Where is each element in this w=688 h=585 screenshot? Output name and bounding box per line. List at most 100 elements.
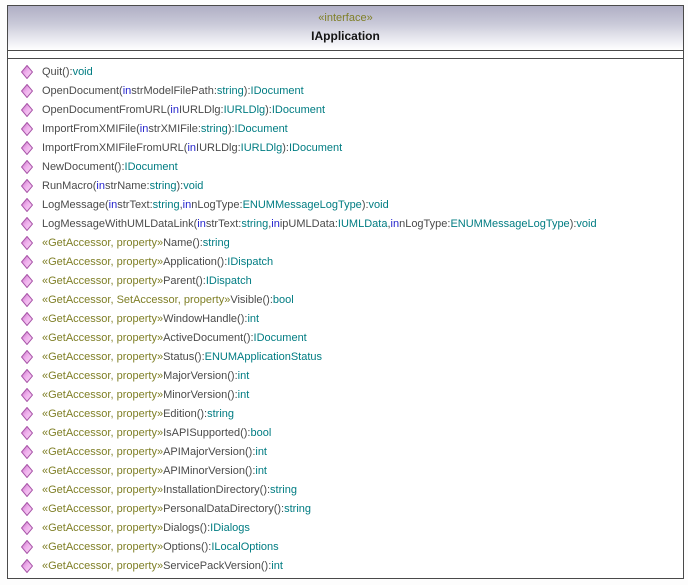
- member-text-segment: «GetAccessor, property»: [42, 275, 163, 287]
- member-row[interactable]: LogMessage(in strText:string, in nLogTyp…: [8, 195, 683, 214]
- member-text-segment: string: [207, 408, 234, 420]
- member-text-segment: ILocalOptions: [211, 541, 278, 553]
- operation-diamond-icon: [21, 388, 33, 402]
- interface-header: «interface» IApplication: [8, 6, 683, 50]
- member-text-segment: bool: [251, 427, 272, 439]
- member-text-segment: ipUMLData:: [280, 218, 338, 230]
- operation-diamond-icon: [21, 122, 33, 136]
- member-text-segment: IURLDlg: [224, 104, 266, 116]
- member-text-segment: in: [140, 123, 149, 135]
- operation-diamond-icon: [21, 84, 33, 98]
- member-row[interactable]: «GetAccessor, property» Options():ILocal…: [8, 537, 683, 556]
- member-text-segment: «GetAccessor, property»: [42, 408, 163, 420]
- member-text-segment: «GetAccessor, property»: [42, 560, 163, 572]
- member-text-segment: InstallationDirectory():: [163, 484, 270, 496]
- member-text-segment: nLogType:: [191, 199, 242, 211]
- member-row[interactable]: OpenDocument(in strModelFilePath:string)…: [8, 81, 683, 100]
- member-text-segment: RunMacro(: [42, 180, 96, 192]
- member-row[interactable]: NewDocument():IDocument: [8, 157, 683, 176]
- member-text-segment: ):: [244, 85, 251, 97]
- member-row[interactable]: «GetAccessor, property» Name():string: [8, 233, 683, 252]
- member-text-segment: «GetAccessor, property»: [42, 256, 163, 268]
- member-text-segment: strText:: [117, 199, 152, 211]
- member-row[interactable]: OpenDocumentFromURL(in IURLDlg:IURLDlg):…: [8, 100, 683, 119]
- member-row[interactable]: «GetAccessor, property» APIMinorVersion(…: [8, 461, 683, 480]
- diagram-canvas: { "header": { "stereotype": "«interface»…: [0, 0, 688, 585]
- member-text-segment: IDocument: [289, 142, 342, 154]
- member-text-segment: in: [197, 218, 206, 230]
- operation-diamond-icon: [21, 369, 33, 383]
- member-row[interactable]: ImportFromXMIFile(in strXMIFile:string):…: [8, 119, 683, 138]
- member-text-segment: MajorVersion():: [163, 370, 238, 382]
- member-text-segment: Application():: [163, 256, 227, 268]
- member-row[interactable]: «GetAccessor, property» Status():ENUMApp…: [8, 347, 683, 366]
- member-text-segment: string: [201, 123, 228, 135]
- member-text-segment: «GetAccessor, property»: [42, 541, 163, 553]
- member-text-segment: ENUMMessageLogType: [450, 218, 569, 230]
- operation-diamond-icon: [21, 521, 33, 535]
- member-text-segment: int: [238, 389, 250, 401]
- member-row[interactable]: «GetAccessor, property» Dialogs():IDialo…: [8, 518, 683, 537]
- member-text-segment: void: [73, 66, 93, 78]
- member-text-segment: APIMinorVersion():: [163, 465, 255, 477]
- operation-diamond-icon: [21, 407, 33, 421]
- member-text-segment: nLogType:: [399, 218, 450, 230]
- member-text-segment: APIMajorVersion():: [163, 446, 255, 458]
- member-text-segment: string: [153, 199, 180, 211]
- member-text-segment: ):: [362, 199, 369, 211]
- member-text-segment: ):: [177, 180, 184, 192]
- member-text-segment: in: [96, 180, 105, 192]
- member-text-segment: ):: [228, 123, 235, 135]
- member-text-segment: «GetAccessor, property»: [42, 503, 163, 515]
- member-text-segment: void: [183, 180, 203, 192]
- member-text-segment: IDocument: [125, 161, 178, 173]
- operation-diamond-icon: [21, 464, 33, 478]
- member-text-segment: int: [238, 370, 250, 382]
- member-row[interactable]: «GetAccessor, property» ServicePackVersi…: [8, 556, 683, 575]
- member-text-segment: bool: [273, 294, 294, 306]
- member-row[interactable]: «GetAccessor, property» APIMajorVersion(…: [8, 442, 683, 461]
- member-row[interactable]: Quit():void: [8, 62, 683, 81]
- member-text-segment: IDispatch: [227, 256, 273, 268]
- member-text-segment: IDocument: [235, 123, 288, 135]
- member-row[interactable]: «GetAccessor, property» WindowHandle():i…: [8, 309, 683, 328]
- member-text-segment: ServicePackVersion():: [163, 560, 271, 572]
- member-text-segment: IURLDlg:: [196, 142, 241, 154]
- operation-diamond-icon: [21, 445, 33, 459]
- member-text-segment: ImportFromXMIFileFromURL(: [42, 142, 187, 154]
- member-text-segment: strXMIFile:: [148, 123, 201, 135]
- member-text-segment: in: [187, 142, 196, 154]
- operation-diamond-icon: [21, 426, 33, 440]
- member-row[interactable]: «GetAccessor, property» ActiveDocument()…: [8, 328, 683, 347]
- member-text-segment: OpenDocumentFromURL(: [42, 104, 170, 116]
- member-row[interactable]: «GetAccessor, property» PersonalDataDire…: [8, 499, 683, 518]
- operation-diamond-icon: [21, 502, 33, 516]
- member-text-segment: Status():: [163, 351, 205, 363]
- member-row[interactable]: «GetAccessor, property» Application():ID…: [8, 252, 683, 271]
- member-text-segment: IsAPISupported():: [163, 427, 250, 439]
- member-row[interactable]: «GetAccessor, property» MajorVersion():i…: [8, 366, 683, 385]
- member-row[interactable]: «GetAccessor, property» IsAPISupported()…: [8, 423, 683, 442]
- uml-interface-node[interactable]: «interface» IApplication Quit():voidOpen…: [7, 5, 684, 579]
- member-row[interactable]: «GetAccessor, SetAccessor, property» Vis…: [8, 290, 683, 309]
- member-row[interactable]: «GetAccessor, property» InstallationDire…: [8, 480, 683, 499]
- member-text-segment: «GetAccessor, property»: [42, 351, 163, 363]
- member-text-segment: Parent():: [163, 275, 206, 287]
- member-text-segment: string: [217, 85, 244, 97]
- member-text-segment: «GetAccessor, property»: [42, 465, 163, 477]
- member-row[interactable]: RunMacro(in strName:string):void: [8, 176, 683, 195]
- member-row[interactable]: ImportFromXMIFileFromURL(in IURLDlg:IURL…: [8, 138, 683, 157]
- operation-diamond-icon: [21, 331, 33, 345]
- member-row[interactable]: «GetAccessor, property» Edition():string: [8, 404, 683, 423]
- member-text-segment: ):: [570, 218, 577, 230]
- member-row[interactable]: «GetAccessor, property» Parent():IDispat…: [8, 271, 683, 290]
- operation-diamond-icon: [21, 540, 33, 554]
- operations-compartment: Quit():voidOpenDocument(in strModelFileP…: [8, 58, 683, 575]
- member-row[interactable]: LogMessageWithUMLDataLink(in strText:str…: [8, 214, 683, 233]
- member-text-segment: string: [270, 484, 297, 496]
- member-text-segment: string: [203, 237, 230, 249]
- member-text-segment: «GetAccessor, property»: [42, 370, 163, 382]
- member-text-segment: «GetAccessor, property»: [42, 484, 163, 496]
- operation-diamond-icon: [21, 160, 33, 174]
- member-row[interactable]: «GetAccessor, property» MinorVersion():i…: [8, 385, 683, 404]
